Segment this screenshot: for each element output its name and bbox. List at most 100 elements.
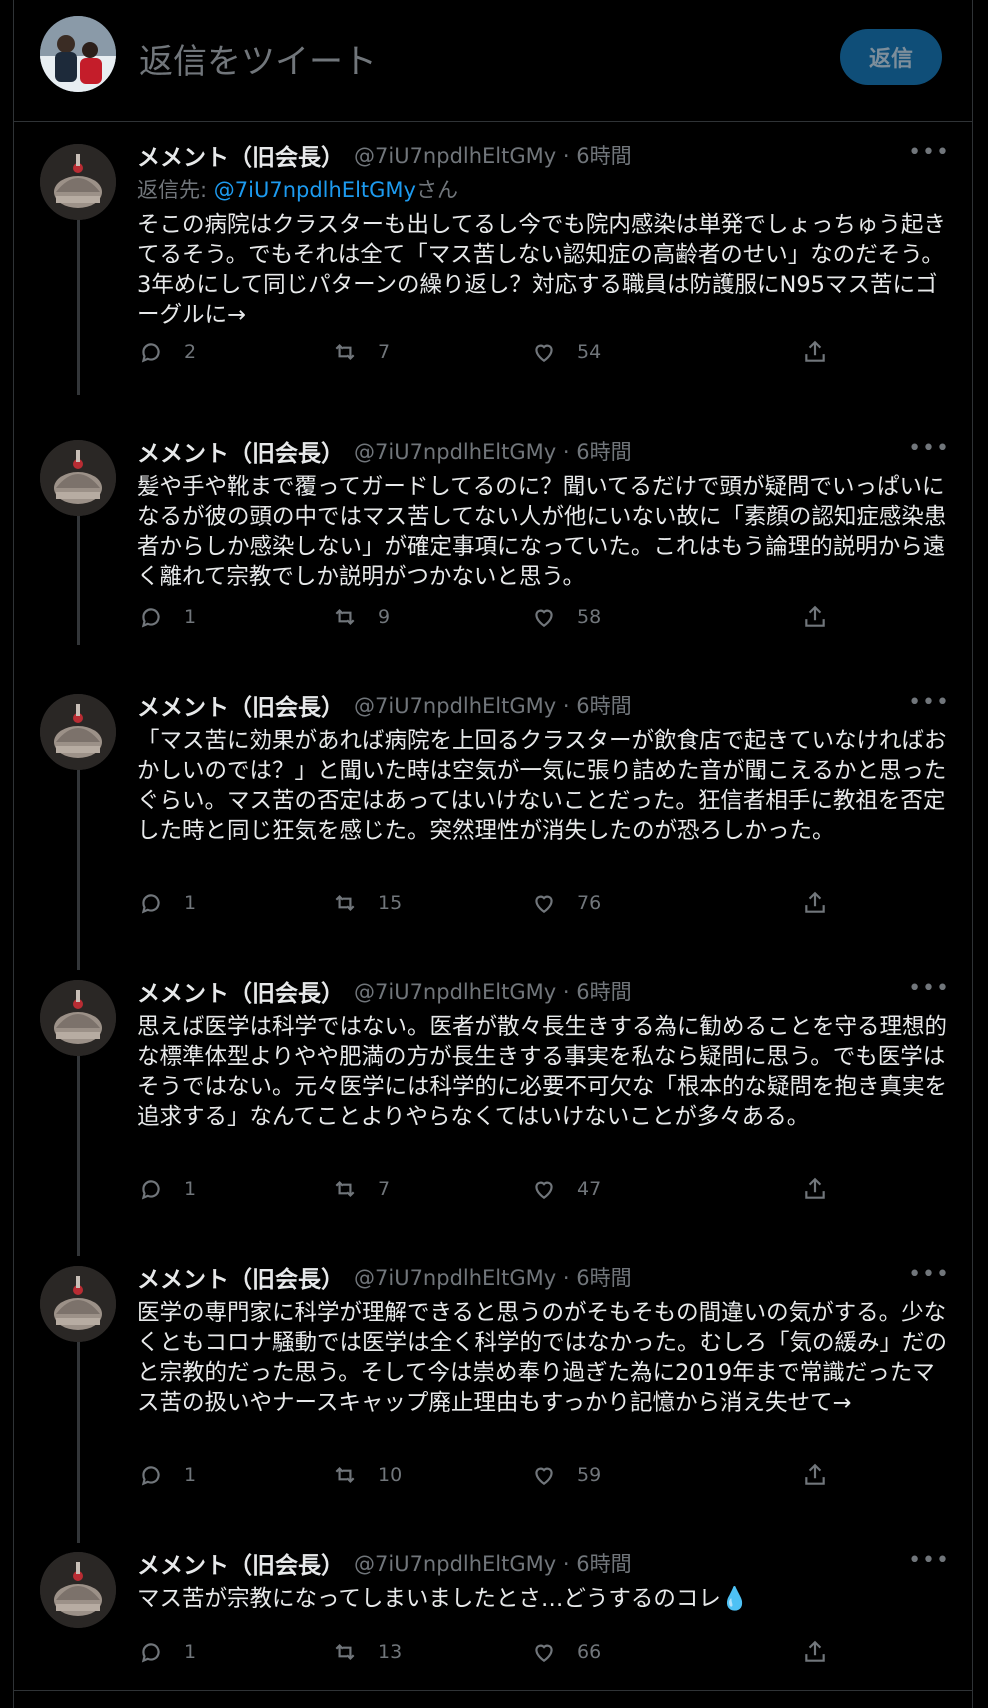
reply-action[interactable]: 1 <box>138 1639 196 1665</box>
retweet-action[interactable]: 7 <box>332 339 390 365</box>
retweet-icon <box>335 343 355 361</box>
tweet[interactable]: メメント（旧会長） @7iU7npdlhEltGMy · 6時間 ••• マス苦… <box>14 1548 972 1688</box>
author-avatar[interactable] <box>40 1552 116 1628</box>
author-avatar[interactable] <box>40 144 116 220</box>
share-action[interactable] <box>802 890 828 916</box>
reply-icon <box>141 894 160 914</box>
retweet-action[interactable]: 9 <box>332 604 390 630</box>
retweet-count: 15 <box>378 892 403 914</box>
timeline-column: 返信をツイート 返信 メメント（旧会長） @7iU7npdlhEltGMy · … <box>13 0 973 1708</box>
crown-icon <box>40 1552 116 1628</box>
more-icon[interactable]: ••• <box>908 976 950 1001</box>
retweet-count: 13 <box>378 1641 403 1663</box>
retweet-action[interactable]: 7 <box>332 1176 390 1202</box>
reply-to-mention[interactable]: @7iU7npdlhEltGMy <box>214 178 416 202</box>
author-handle[interactable]: @7iU7npdlhEltGMy · 6時間 <box>354 976 632 1006</box>
retweet-action[interactable]: 15 <box>332 890 402 916</box>
author-name[interactable]: メメント（旧会長） <box>137 1546 344 1580</box>
author-name[interactable]: メメント（旧会長） <box>137 688 344 722</box>
tweet-text: 髪や手や靴まで覆ってガードしてるのに？聞いてるだけで頭が疑問でいっぱいになるが彼… <box>137 474 947 590</box>
more-icon[interactable]: ••• <box>908 690 950 715</box>
reply-count: 1 <box>184 1464 197 1486</box>
tweet-text: 「マス苦に効果があれば病院を上回るクラスターが飲食店で起きていなければおかしいの… <box>137 728 947 844</box>
tweet-text: マス苦が宗教になってしまいましたとさ…どうするのコレ💧 <box>137 1586 749 1612</box>
share-icon <box>805 1640 825 1662</box>
reply-to: 返信先: @7iU7npdlhEltGMyさん <box>137 174 950 204</box>
reply-button[interactable]: 返信 <box>840 29 942 85</box>
reply-action[interactable]: 1 <box>138 604 196 630</box>
like-action[interactable]: 54 <box>531 339 601 365</box>
more-icon[interactable]: ••• <box>908 436 950 461</box>
author-avatar[interactable] <box>40 1266 116 1342</box>
tweet[interactable]: メメント（旧会長） @7iU7npdlhEltGMy · 6時間 ••• 医学の… <box>14 1262 972 1532</box>
crown-icon <box>40 694 116 770</box>
reply-icon <box>141 1643 160 1663</box>
author-handle[interactable]: @7iU7npdlhEltGMy · 6時間 <box>354 1548 632 1578</box>
like-count: 66 <box>577 1641 602 1663</box>
tweet-header: メメント（旧会長） @7iU7npdlhEltGMy · 6時間 ••• <box>137 1260 950 1294</box>
tweet[interactable]: メメント（旧会長） @7iU7npdlhEltGMy · 6時間 ••• 思えば… <box>14 976 972 1246</box>
tweet-actions: 1 10 59 <box>14 1460 972 1490</box>
reply-action[interactable]: 1 <box>138 890 196 916</box>
like-action[interactable]: 59 <box>531 1462 601 1488</box>
like-count: 76 <box>577 892 602 914</box>
retweet-count: 7 <box>378 1178 391 1200</box>
tweet[interactable]: メメント（旧会長） @7iU7npdlhEltGMy · 6時間 ••• 髪や手… <box>14 436 972 676</box>
share-icon <box>805 340 825 362</box>
crown-icon <box>40 980 116 1056</box>
tweet[interactable]: メメント（旧会長） @7iU7npdlhEltGMy · 6時間 ••• 「マス… <box>14 690 972 960</box>
author-name[interactable]: メメント（旧会長） <box>137 434 344 468</box>
heart-icon <box>535 1181 553 1199</box>
retweet-icon <box>335 894 355 912</box>
author-handle[interactable]: @7iU7npdlhEltGMy · 6時間 <box>354 140 632 170</box>
tweet-header: メメント（旧会長） @7iU7npdlhEltGMy · 6時間 ••• <box>137 688 950 722</box>
more-icon[interactable]: ••• <box>908 1262 950 1287</box>
like-count: 58 <box>577 606 602 628</box>
share-action[interactable] <box>802 604 828 630</box>
like-action[interactable]: 47 <box>531 1176 601 1202</box>
tweet-actions: 1 15 76 <box>14 888 972 918</box>
user-avatar[interactable] <box>40 16 116 92</box>
share-action[interactable] <box>802 1639 828 1665</box>
author-handle[interactable]: @7iU7npdlhEltGMy · 6時間 <box>354 436 632 466</box>
share-icon <box>805 1463 825 1485</box>
retweet-action[interactable]: 10 <box>332 1462 402 1488</box>
author-avatar[interactable] <box>40 440 116 516</box>
reply-action[interactable]: 1 <box>138 1176 196 1202</box>
like-count: 47 <box>577 1178 602 1200</box>
author-handle[interactable]: @7iU7npdlhEltGMy · 6時間 <box>354 690 632 720</box>
share-action[interactable] <box>802 1176 828 1202</box>
retweet-action[interactable]: 13 <box>332 1639 402 1665</box>
tweet-header: メメント（旧会長） @7iU7npdlhEltGMy · 6時間 ••• <box>137 138 950 172</box>
author-name[interactable]: メメント（旧会長） <box>137 1260 344 1294</box>
like-action[interactable]: 66 <box>531 1639 601 1665</box>
author-avatar[interactable] <box>40 980 116 1056</box>
author-avatar[interactable] <box>40 694 116 770</box>
like-action[interactable]: 76 <box>531 890 601 916</box>
share-icon <box>805 1177 825 1199</box>
retweet-icon <box>335 1180 355 1198</box>
divider <box>14 1690 972 1691</box>
share-action[interactable] <box>802 339 828 365</box>
more-icon[interactable]: ••• <box>908 1548 950 1573</box>
like-action[interactable]: 58 <box>531 604 601 630</box>
reply-action[interactable]: 2 <box>138 339 196 365</box>
author-name[interactable]: メメント（旧会長） <box>137 974 344 1008</box>
tweet-actions: 1 9 58 <box>14 602 972 632</box>
reply-action[interactable]: 1 <box>138 1462 196 1488</box>
reply-icon <box>141 1466 160 1486</box>
author-handle[interactable]: @7iU7npdlhEltGMy · 6時間 <box>354 1262 632 1292</box>
share-action[interactable] <box>802 1462 828 1488</box>
author-name[interactable]: メメント（旧会長） <box>137 138 344 172</box>
crown-icon <box>40 440 116 516</box>
share-icon <box>805 891 825 913</box>
heart-icon <box>535 1644 553 1662</box>
retweet-count: 10 <box>378 1464 403 1486</box>
tweet[interactable]: メメント（旧会長） @7iU7npdlhEltGMy · 6時間 ••• 返信先… <box>14 140 972 410</box>
reply-icon <box>141 343 160 363</box>
reply-input[interactable]: 返信をツイート <box>139 34 377 83</box>
more-icon[interactable]: ••• <box>908 140 950 165</box>
retweet-count: 9 <box>378 606 391 628</box>
reply-count: 1 <box>184 606 197 628</box>
tweet-text: 医学の専門家に科学が理解できると思うのがそもそもの間違いの気がする。少なくともコ… <box>137 1300 948 1416</box>
